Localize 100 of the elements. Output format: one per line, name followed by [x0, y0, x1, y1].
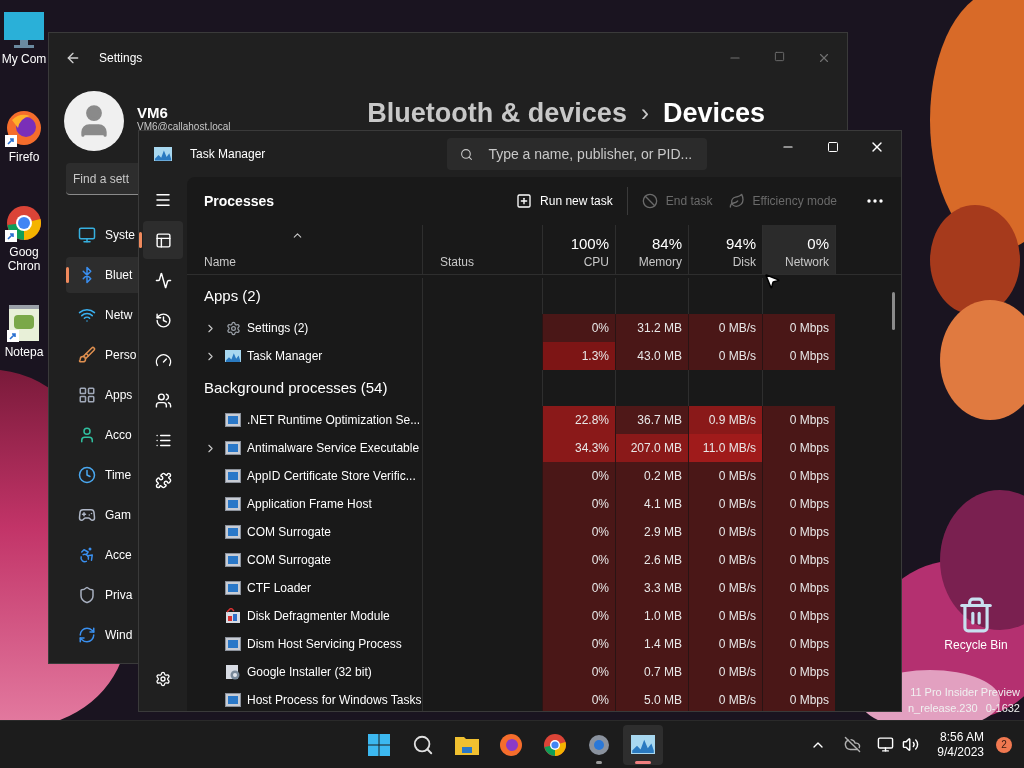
- usage-total: 94%: [725, 234, 756, 254]
- nav-item[interactable]: Syste: [66, 217, 138, 253]
- cursor-icon: [763, 272, 781, 290]
- process-name: Disk Defragmenter Module: [247, 608, 390, 625]
- nav-item[interactable]: Priva: [66, 577, 138, 613]
- volume-icon[interactable]: [902, 736, 920, 753]
- nav-label: Acce: [105, 547, 132, 564]
- table-cell: 43.0 MB: [615, 342, 688, 370]
- group-heading: Background processes (54): [204, 377, 388, 398]
- table-cell: 31.2 MB: [615, 314, 688, 342]
- users-icon: [154, 391, 172, 409]
- search-field[interactable]: Type a name, publisher, or PID...: [447, 138, 708, 170]
- cloud-off-icon[interactable]: [844, 736, 862, 753]
- nav-label: Acco: [105, 427, 132, 444]
- nav-item[interactable]: Bluet: [66, 257, 138, 293]
- settings-icon: [155, 671, 171, 687]
- table-cell: 0%: [542, 462, 615, 490]
- column-label: Disk: [732, 254, 756, 270]
- nav-label: Syste: [105, 227, 135, 244]
- notification-badge[interactable]: 2: [996, 736, 1012, 753]
- nav-item[interactable]: Wind: [66, 617, 138, 653]
- clock-date[interactable]: 9/4/2023: [937, 744, 984, 760]
- window-icon: [225, 525, 241, 539]
- table-cell: 0 MB/s: [688, 462, 762, 490]
- column-header[interactable]: Status: [422, 225, 542, 274]
- table-cell: 0.7 MB: [615, 658, 688, 686]
- table-cell: 0 Mbps: [762, 406, 835, 434]
- user-email: VM6@callahost.local: [137, 121, 231, 133]
- table-cell: 1.3%: [542, 342, 615, 370]
- column-label: Status: [440, 254, 476, 270]
- column-header[interactable]: 0% Network: [762, 225, 835, 274]
- usage-total: 100%: [570, 234, 609, 254]
- column-label: CPU: [583, 254, 609, 270]
- desktop-icon-label[interactable]: Notepa: [0, 345, 48, 359]
- more-icon: [867, 199, 883, 203]
- table-cell: 5.0 MB: [615, 686, 688, 711]
- table-cell: 1.4 MB: [615, 630, 688, 658]
- desktop-icon-label[interactable]: Goog Chron: [0, 245, 48, 273]
- nav-label: Wind: [105, 627, 133, 644]
- running-indicator: [635, 760, 651, 764]
- desktop-icon-label[interactable]: Firefo: [0, 150, 48, 164]
- process-name: Dism Host Servicing Process: [247, 636, 402, 653]
- window-icon: [225, 413, 241, 427]
- nav-label: Gam: [105, 507, 131, 524]
- table-cell: 0%: [542, 518, 615, 546]
- table-cell: 0 MB/s: [688, 518, 762, 546]
- table-cell: 0 MB/s: [688, 686, 762, 711]
- clock-time[interactable]: 8:56 AM: [939, 729, 984, 745]
- accessibility-icon: [78, 546, 96, 564]
- gear-icon: [225, 320, 241, 336]
- toolbar-button[interactable]: Run new task: [508, 185, 621, 217]
- processes-icon: [154, 231, 172, 249]
- nav-item[interactable]: Netw: [66, 297, 138, 333]
- window-title: Settings: [99, 50, 143, 67]
- window-title: Task Manager: [190, 146, 266, 163]
- table-cell: 0%: [542, 546, 615, 574]
- taskbar-button[interactable]: [623, 724, 663, 765]
- nav-item[interactable]: Perso: [66, 337, 138, 373]
- table-cell: 0 MB/s: [688, 630, 762, 658]
- table-cell: 34.3%: [542, 434, 615, 462]
- process-name: .NET Runtime Optimization Se...: [247, 412, 421, 429]
- table-cell: 0 Mbps: [762, 546, 835, 574]
- refresh-icon: [78, 626, 96, 644]
- table-cell: 0 Mbps: [762, 574, 835, 602]
- nav-item[interactable]: Time: [66, 457, 138, 493]
- column-header[interactable]: 84% Memory: [615, 225, 688, 274]
- recycle-bin-icon: [957, 596, 995, 634]
- pulse-icon: [154, 271, 172, 289]
- table-cell: 207.0 MB: [615, 434, 688, 462]
- nav-item[interactable]: Apps: [66, 377, 138, 413]
- search-field[interactable]: Find a sett: [66, 163, 138, 195]
- nav-label: Priva: [105, 587, 133, 604]
- desktop-icon-label[interactable]: Recycle Bin: [944, 636, 1008, 654]
- desktop-icon-label[interactable]: My Com: [0, 52, 48, 66]
- monitor-icon: [2, 10, 46, 50]
- firefox-icon: [499, 732, 523, 757]
- network-icon[interactable]: [877, 736, 895, 753]
- table-cell: 0.2 MB: [615, 462, 688, 490]
- nav-item[interactable]: Acce: [66, 537, 138, 573]
- table-cell: 0 Mbps: [762, 342, 835, 370]
- table-cell: 0%: [542, 314, 615, 342]
- nav-item[interactable]: Gam: [66, 497, 138, 533]
- leaf-icon: [728, 193, 745, 209]
- person-icon: [78, 426, 96, 444]
- back-icon[interactable]: [65, 50, 81, 66]
- table-cell: 0 Mbps: [762, 518, 835, 546]
- nav-item[interactable]: Acco: [66, 417, 138, 453]
- search-icon: [460, 147, 474, 161]
- window-icon: [225, 581, 241, 595]
- breadcrumb-link[interactable]: Bluetooth & devices: [367, 93, 627, 134]
- process-name: Settings (2): [247, 320, 309, 337]
- scrollbar-thumb[interactable]: [892, 292, 895, 330]
- page-title: Processes: [204, 191, 275, 211]
- chrome-icon: [4, 203, 44, 243]
- column-header[interactable]: 100% CPU: [542, 225, 615, 274]
- process-name: Task Manager: [247, 348, 323, 365]
- table-cell: 0%: [542, 686, 615, 711]
- column-header[interactable]: Name: [187, 225, 422, 274]
- table-cell: 0 Mbps: [762, 686, 835, 711]
- process-name: Antimalware Service Executable: [247, 440, 420, 457]
